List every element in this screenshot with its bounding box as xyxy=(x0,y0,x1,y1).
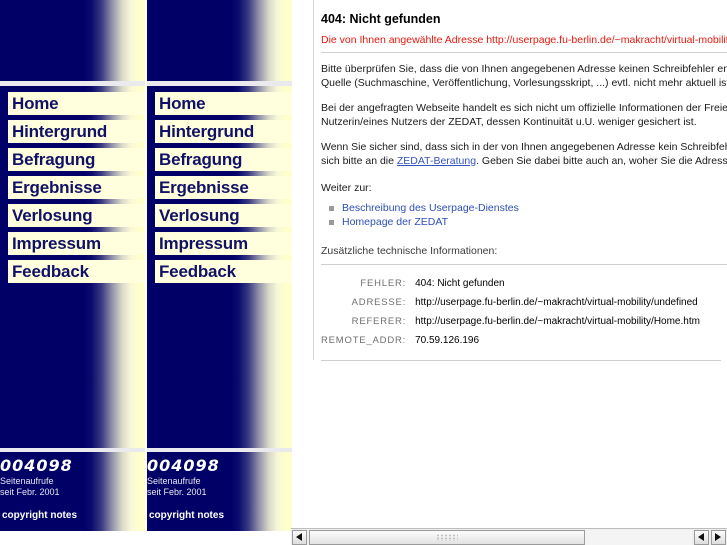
sidebar-item-befragung[interactable]: Befragung xyxy=(8,148,145,171)
scroll-right-button-2[interactable] xyxy=(711,529,726,545)
page-counter-label-line2: seit Febr. 2001 xyxy=(0,487,60,497)
zedat-beratung-link[interactable]: ZEDAT-Beratung xyxy=(397,155,476,167)
browser-viewport: Home Hintergrund Befragung Ergebnisse Ve… xyxy=(0,0,727,545)
sidebar-item-ergebnisse-2[interactable]: Ergebnisse xyxy=(155,176,292,199)
sidebar-item-verlosung[interactable]: Verlosung xyxy=(8,204,145,227)
technical-info-table: FEHLER: 404: Nicht gefunden ADRESSE: htt… xyxy=(321,274,700,350)
page-counter-value-2: 004098 xyxy=(147,456,220,475)
page-counter-label: Seitenaufrufe seit Febr. 2001 xyxy=(0,476,60,498)
tech-key-adresse: ADRESSE: xyxy=(351,297,407,308)
paragraph-3-text-before: sich bitte an die xyxy=(321,155,397,167)
scrollbar-right-buttons xyxy=(693,529,727,545)
paragraph-1: Bitte überprüfen Sie, dass die von Ihnen… xyxy=(321,62,727,90)
square-bullet-icon xyxy=(329,220,334,225)
tech-value-fehler: 404: Nicht gefunden xyxy=(415,278,505,289)
square-bullet-icon xyxy=(329,206,334,211)
list-item: Beschreibung des Userpage-Dienstes xyxy=(329,201,727,215)
paragraph-1-line-2: Quelle (Suchmaschine, Veröffentlichung, … xyxy=(321,77,727,89)
page-title: 404: Nicht gefunden xyxy=(321,12,441,26)
tech-key-referer: REFERER: xyxy=(351,316,407,327)
userpage-dienst-link[interactable]: Beschreibung des Userpage-Dienstes xyxy=(342,202,519,214)
paragraph-3-line-2: sich bitte an die ZEDAT-Beratung. Geben … xyxy=(321,154,727,168)
paragraph-2-line-2: Nutzerin/eines Nutzers der ZEDAT, dessen… xyxy=(321,116,697,128)
sidebar-footer-divider xyxy=(0,448,145,452)
page-counter-value: 004098 xyxy=(0,456,73,475)
sidebar-item-impressum[interactable]: Impressum xyxy=(8,232,145,255)
triangle-right-icon xyxy=(715,533,721,541)
content-divider-top xyxy=(321,52,727,53)
copyright-notes-link-2[interactable]: copyright notes xyxy=(149,510,224,521)
page-counter-label-2-line2: seit Febr. 2001 xyxy=(147,487,207,497)
tech-key-fehler: FEHLER: xyxy=(360,278,407,289)
technical-info-heading: Zusätzliche technische Informationen: xyxy=(321,245,498,257)
sidebar-item-impressum-2[interactable]: Impressum xyxy=(155,232,292,255)
tech-value-referer: http://userpage.fu-berlin.de/~makracht/v… xyxy=(415,316,700,327)
copyright-notes-link[interactable]: copyright notes xyxy=(2,510,77,521)
weiter-zur-label: Weiter zur: xyxy=(321,182,372,194)
list-item: Homepage der ZEDAT xyxy=(329,215,727,229)
paragraph-3-text-after: . Geben Sie dabei bitte auch an, woher S… xyxy=(476,155,727,167)
sidebar-nav-list-2: Home Hintergrund Befragung Ergebnisse Ve… xyxy=(155,92,292,288)
sidebar-item-home[interactable]: Home xyxy=(8,92,145,115)
sidebar-item-befragung-2[interactable]: Befragung xyxy=(155,148,292,171)
content-divider-tech xyxy=(321,264,727,265)
table-row: FEHLER: 404: Nicht gefunden xyxy=(321,274,700,293)
paragraph-2-line-1: Bei der angefragten Webseite handelt es … xyxy=(321,102,727,114)
triangle-left-icon xyxy=(698,533,704,541)
error-subtitle: Die von Ihnen angewählte Adresse http://… xyxy=(321,34,727,46)
frame-divider xyxy=(313,0,314,360)
page-counter-label-2-line1: Seitenaufrufe xyxy=(147,476,201,486)
sidebar-item-verlosung-2[interactable]: Verlosung xyxy=(155,204,292,227)
sidebar-item-home-2[interactable]: Home xyxy=(155,92,292,115)
scrollbar-thumb[interactable] xyxy=(309,529,585,545)
paragraph-1-line-1: Bitte überprüfen Sie, dass die von Ihnen… xyxy=(321,63,727,75)
sidebar-item-hintergrund-2[interactable]: Hintergrund xyxy=(155,120,292,143)
triangle-left-icon xyxy=(296,533,302,541)
sidebar-top-divider-2 xyxy=(147,81,292,86)
table-row: ADRESSE: http://userpage.fu-berlin.de/~m… xyxy=(321,293,700,312)
sidebar-nav-list-1: Home Hintergrund Befragung Ergebnisse Ve… xyxy=(8,92,145,288)
sidebar-item-feedback[interactable]: Feedback xyxy=(8,260,145,283)
scrollbar-grip-icon xyxy=(435,533,458,541)
table-row: REFERER: http://userpage.fu-berlin.de/~m… xyxy=(321,312,700,331)
scroll-left-button[interactable] xyxy=(292,529,307,545)
sidebar-top-divider xyxy=(0,81,145,86)
paragraph-2: Bei der angefragten Webseite handelt es … xyxy=(321,101,727,129)
horizontal-scrollbar[interactable] xyxy=(291,528,727,545)
tech-value-adresse: http://userpage.fu-berlin.de/~makracht/v… xyxy=(415,297,698,308)
content-divider-bottom xyxy=(321,360,721,361)
scrollbar-track[interactable] xyxy=(309,529,692,545)
related-links-list: Beschreibung des Userpage-Dienstes Homep… xyxy=(321,201,727,229)
sidebar-item-hintergrund[interactable]: Hintergrund xyxy=(8,120,145,143)
error-page-content: 404: Nicht gefunden Die von Ihnen angewä… xyxy=(321,12,727,522)
page-counter-label-line1: Seitenaufrufe xyxy=(0,476,54,486)
paragraph-3: Wenn Sie sicher sind, dass sich in der v… xyxy=(321,140,727,168)
tech-value-remote-addr: 70.59.126.196 xyxy=(415,335,480,346)
scroll-right-button-1[interactable] xyxy=(694,529,709,545)
table-row: REMOTE_ADDR: 70.59.126.196 xyxy=(321,331,700,350)
page-counter-label-2: Seitenaufrufe seit Febr. 2001 xyxy=(147,476,207,498)
sidebar-nav-column-2: Home Hintergrund Befragung Ergebnisse Ve… xyxy=(147,0,292,531)
sidebar-footer-divider-2 xyxy=(147,448,292,452)
tech-key-remote-addr: REMOTE_ADDR: xyxy=(321,335,407,346)
sidebar-item-ergebnisse[interactable]: Ergebnisse xyxy=(8,176,145,199)
zedat-homepage-link[interactable]: Homepage der ZEDAT xyxy=(342,216,448,228)
sidebar-nav-column-1: Home Hintergrund Befragung Ergebnisse Ve… xyxy=(0,0,145,531)
paragraph-3-line-1: Wenn Sie sicher sind, dass sich in der v… xyxy=(321,141,727,153)
sidebar-item-feedback-2[interactable]: Feedback xyxy=(155,260,292,283)
